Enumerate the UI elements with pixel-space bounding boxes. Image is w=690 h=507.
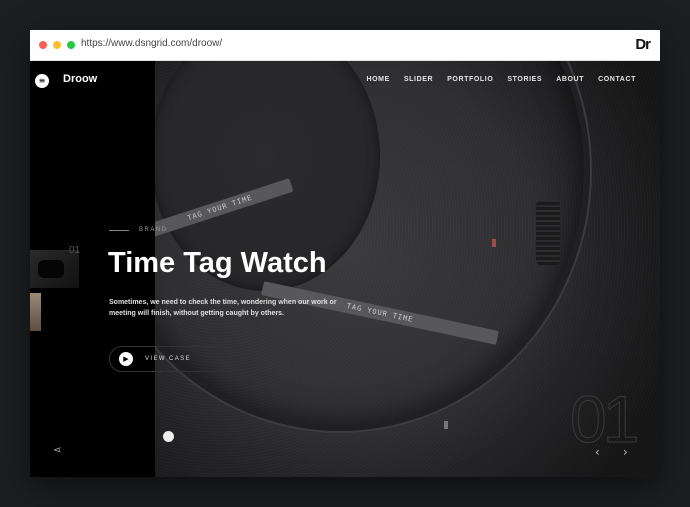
menu-icon[interactable]: ≡	[35, 74, 49, 88]
close-window-button[interactable]	[39, 41, 47, 49]
chevron-right-icon[interactable]: ›	[623, 445, 628, 459]
hero-title: Time Tag Watch	[108, 247, 327, 279]
share-icon[interactable]: ⋖	[53, 445, 61, 456]
view-case-label: VIEW CASE	[145, 356, 191, 362]
nav-slider[interactable]: SLIDER	[404, 76, 433, 83]
watch-marker	[444, 421, 448, 429]
browser-window: https://www.dsngrid.com/droow/ Dr TAG YO…	[30, 30, 660, 477]
browser-toolbar: https://www.dsngrid.com/droow/ Dr	[30, 30, 660, 61]
main-nav: HOME SLIDER PORTFOLIO STORIES ABOUT CONT…	[366, 76, 636, 83]
play-icon: ▶	[119, 352, 133, 366]
site-logo[interactable]: Droow	[63, 73, 97, 85]
thumbnail-number: 01	[69, 245, 81, 256]
category-tag: BRAND	[109, 227, 168, 233]
category-label: BRAND	[139, 227, 168, 233]
hero-description: Sometimes, we need to check the time, wo…	[109, 299, 337, 317]
chevron-left-icon[interactable]: ‹	[595, 445, 600, 459]
slide-indicator-dot[interactable]	[163, 431, 174, 442]
nav-portfolio[interactable]: PORTFOLIO	[447, 76, 493, 83]
page-viewport: TAG YOUR TIME TAG YOUR TIME ≡ Droow 01 H…	[30, 61, 660, 477]
watch-marker	[492, 239, 496, 247]
view-case-button[interactable]: ▶ VIEW CASE	[109, 346, 229, 372]
nav-home[interactable]: HOME	[366, 76, 389, 83]
slide-thumbnail[interactable]	[30, 293, 41, 331]
tag-divider	[109, 229, 129, 231]
nav-contact[interactable]: CONTACT	[598, 76, 636, 83]
maximize-window-button[interactable]	[67, 41, 75, 49]
nav-stories[interactable]: STORIES	[507, 76, 542, 83]
nav-about[interactable]: ABOUT	[556, 76, 584, 83]
site-brand-mark: Dr	[635, 36, 651, 53]
minimize-window-button[interactable]	[53, 41, 61, 49]
address-bar[interactable]: https://www.dsngrid.com/droow/	[81, 38, 222, 49]
watch-crown	[536, 201, 560, 265]
